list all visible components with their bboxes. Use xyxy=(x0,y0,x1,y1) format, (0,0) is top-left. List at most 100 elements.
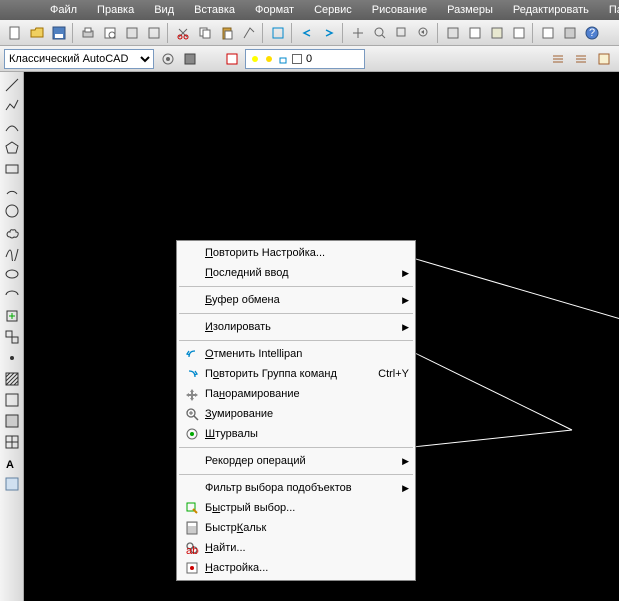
make-block-icon[interactable] xyxy=(3,328,21,346)
layer-state-icon[interactable] xyxy=(548,49,568,69)
cut-icon[interactable] xyxy=(173,23,193,43)
layer-props-icon[interactable] xyxy=(222,49,242,69)
workspace-save-icon[interactable] xyxy=(180,49,200,69)
submenu-arrow-icon: ▶ xyxy=(402,322,409,333)
ctx-item[interactable]: Панорамирование xyxy=(177,384,415,404)
print-icon[interactable] xyxy=(78,23,98,43)
arc3-icon[interactable] xyxy=(3,181,21,199)
menu-format[interactable]: Формат xyxy=(245,1,304,19)
block-icon[interactable] xyxy=(268,23,288,43)
quick-icon xyxy=(183,500,201,516)
ctx-item[interactable]: Фильтр выбора подобъектов▶ xyxy=(177,478,415,498)
tool-palette-icon[interactable] xyxy=(487,23,507,43)
menu-tools[interactable]: Сервис xyxy=(304,1,362,19)
copy-icon[interactable] xyxy=(195,23,215,43)
menu-view[interactable]: Вид xyxy=(144,1,184,19)
ctx-item[interactable]: Рекордер операций▶ xyxy=(177,451,415,471)
ctx-label: Фильтр выбора подобъектов xyxy=(205,482,402,494)
properties-icon[interactable] xyxy=(443,23,463,43)
region-icon[interactable] xyxy=(3,412,21,430)
undo-icon xyxy=(183,346,201,362)
ctx-item[interactable]: Повторить Настройка... xyxy=(177,243,415,263)
zoom-prev-icon[interactable] xyxy=(414,23,434,43)
svg-text:?: ? xyxy=(589,27,595,39)
hatch-icon[interactable] xyxy=(3,370,21,388)
menu-parametric[interactable]: Па xyxy=(599,1,619,19)
drawing-canvas[interactable]: Повторить Настройка...Последний ввод▶ Буф… xyxy=(24,72,619,601)
markup-icon[interactable] xyxy=(538,23,558,43)
circle-icon[interactable] xyxy=(3,202,21,220)
ctx-label: Быстрый выбор... xyxy=(205,502,409,514)
revision-cloud-icon[interactable] xyxy=(3,223,21,241)
pan-icon[interactable] xyxy=(348,23,368,43)
ctx-item[interactable]: Последний ввод▶ xyxy=(177,263,415,283)
blank-icon xyxy=(183,245,201,261)
calc-icon[interactable] xyxy=(560,23,580,43)
undo-icon[interactable] xyxy=(297,23,317,43)
menu-insert[interactable]: Вставка xyxy=(184,1,245,19)
ctx-item[interactable]: Быстрый выбор... xyxy=(177,498,415,518)
spline-icon[interactable] xyxy=(3,244,21,262)
menu-edit[interactable]: Правка xyxy=(87,1,144,19)
ctx-item[interactable]: Зумирование xyxy=(177,404,415,424)
ctx-item[interactable]: Отменить Intellipan xyxy=(177,344,415,364)
ctx-item[interactable]: Штурвалы xyxy=(177,424,415,444)
ctx-label: Панорамирование xyxy=(205,388,409,400)
submenu-arrow-icon: ▶ xyxy=(402,456,409,467)
save-icon[interactable] xyxy=(49,23,69,43)
publish-icon[interactable] xyxy=(122,23,142,43)
help-icon[interactable]: ? xyxy=(582,23,602,43)
polygon-icon[interactable] xyxy=(3,139,21,157)
zoom-realtime-icon[interactable] xyxy=(370,23,390,43)
layer-prev-icon[interactable] xyxy=(594,49,614,69)
gradient-icon[interactable] xyxy=(3,391,21,409)
ellipse-icon[interactable] xyxy=(3,265,21,283)
pan-icon xyxy=(183,386,201,402)
blank-icon xyxy=(183,265,201,281)
menu-dimension[interactable]: Размеры xyxy=(437,1,503,19)
ctx-item[interactable]: БыстрКальк xyxy=(177,518,415,538)
layer-name: 0 xyxy=(306,53,312,65)
ctx-item[interactable]: Настройка... xyxy=(177,558,415,578)
layer-filter-icon[interactable] xyxy=(571,49,591,69)
design-center-icon[interactable] xyxy=(465,23,485,43)
arc-icon[interactable] xyxy=(3,118,21,136)
menu-draw[interactable]: Рисование xyxy=(362,1,437,19)
ctx-label: Буфер обмена xyxy=(205,294,402,306)
ellipse-arc-icon[interactable] xyxy=(3,286,21,304)
polyline-icon[interactable] xyxy=(3,97,21,115)
new-icon[interactable] xyxy=(5,23,25,43)
submenu-arrow-icon: ▶ xyxy=(402,483,409,494)
mtext-icon[interactable]: A xyxy=(3,454,21,472)
line-icon[interactable] xyxy=(3,76,21,94)
preview-icon[interactable] xyxy=(100,23,120,43)
workspace-toolbar: Классический AutoCAD 0 xyxy=(0,46,619,72)
draw-toolbar: A xyxy=(0,72,24,601)
open-icon[interactable] xyxy=(27,23,47,43)
ctx-item[interactable]: abcНайти... xyxy=(177,538,415,558)
ctx-label: Найти... xyxy=(205,542,409,554)
match-icon[interactable] xyxy=(239,23,259,43)
svg-text:A: A xyxy=(6,459,14,471)
add-icon[interactable] xyxy=(3,475,21,493)
table-icon[interactable] xyxy=(3,433,21,451)
plot-icon[interactable] xyxy=(144,23,164,43)
paste-icon[interactable] xyxy=(217,23,237,43)
workspace-gear-icon[interactable] xyxy=(158,49,178,69)
ctx-item[interactable]: Повторить Группа командCtrl+Y xyxy=(177,364,415,384)
ctx-label: Отменить Intellipan xyxy=(205,348,409,360)
zoom-window-icon[interactable] xyxy=(392,23,412,43)
point-icon[interactable] xyxy=(3,349,21,367)
menu-file[interactable]: Файл xyxy=(40,1,87,19)
workspace-select[interactable]: Классический AutoCAD xyxy=(4,49,154,69)
menu-modify[interactable]: Редактировать xyxy=(503,1,599,19)
redo-icon[interactable] xyxy=(319,23,339,43)
ctx-item[interactable]: Буфер обмена▶ xyxy=(177,290,415,310)
sheet-icon[interactable] xyxy=(509,23,529,43)
insert-block-icon[interactable] xyxy=(3,307,21,325)
zoom-icon xyxy=(183,406,201,422)
ctx-item[interactable]: Изолировать▶ xyxy=(177,317,415,337)
layer-combo[interactable]: 0 xyxy=(245,49,365,69)
rectangle-icon[interactable] xyxy=(3,160,21,178)
standard-toolbar: ? xyxy=(0,20,619,46)
